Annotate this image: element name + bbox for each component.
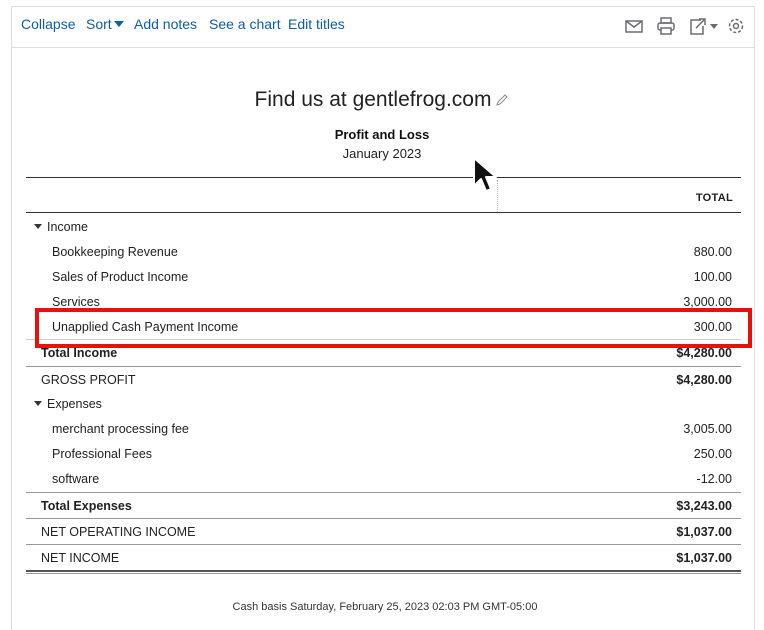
collapse-button[interactable]: Collapse [21,16,75,32]
company-name[interactable]: Find us at gentlefrog.com [0,88,764,113]
gear-icon[interactable] [725,16,747,36]
add-notes-button[interactable]: Add notes [134,16,197,32]
row-amount[interactable]: $1,037.00 [676,551,732,565]
row-label: NET OPERATING INCOME [41,525,196,539]
mouse-pointer-icon [472,156,498,199]
account-row-professional-fees[interactable]: Professional Fees 250.00 [26,441,741,466]
report-end-rule [26,570,741,572]
row-amount[interactable]: $4,280.00 [676,373,732,387]
report-end-rule-secondary [26,573,741,574]
summary-row-gross-profit[interactable]: GROSS PROFIT $4,280.00 [26,366,741,391]
row-amount[interactable]: 880.00 [694,245,732,259]
report-period: January 2023 [342,146,422,161]
collapse-triangle-icon[interactable] [34,401,42,406]
sort-button[interactable]: Sort [86,16,124,32]
row-label: Professional Fees [52,447,153,461]
report-title: Profit and Loss [334,127,430,142]
row-label: Bookkeeping Revenue [52,245,178,259]
account-row-sales-of-product-income[interactable]: Sales of Product Income 100.00 [26,264,741,289]
sort-label: Sort [86,16,112,32]
row-amount[interactable]: 3,005.00 [683,422,732,436]
pencil-icon[interactable] [495,89,509,113]
company-name-text: Find us at gentlefrog.com [254,88,492,111]
section-row-expenses[interactable]: Expenses [26,391,741,416]
collapse-triangle-icon[interactable] [34,224,42,229]
report-footer: Cash basis Saturday, February 25, 2023 0… [232,601,538,613]
summary-row-net-operating-income[interactable]: NET OPERATING INCOME $1,037.00 [26,518,741,543]
section-row-income[interactable]: Income [26,214,741,239]
row-label: GROSS PROFIT [41,373,136,387]
row-label: Total Income [41,346,118,360]
report-toolbar: Collapse Sort Add notes See a chart Edit… [11,6,755,48]
row-amount[interactable]: $4,280.00 [676,346,732,360]
mail-icon[interactable] [623,16,645,36]
account-row-merchant-processing-fee[interactable]: merchant processing fee 3,005.00 [26,416,741,441]
export-icon[interactable] [687,16,721,36]
row-amount[interactable]: $3,243.00 [676,499,732,513]
row-amount[interactable]: 3,000.00 [683,295,732,309]
row-amount[interactable]: 250.00 [694,447,732,461]
row-label: Sales of Product Income [52,270,189,284]
row-label: NET INCOME [41,551,120,565]
total-row-expenses[interactable]: Total Expenses $3,243.00 [26,492,741,517]
see-chart-button[interactable]: See a chart [209,16,281,32]
chevron-down-icon [113,21,124,27]
row-label: merchant processing fee [52,422,189,436]
account-row-bookkeeping-revenue[interactable]: Bookkeeping Revenue 880.00 [26,239,741,264]
row-amount[interactable]: 100.00 [694,270,732,284]
row-amount[interactable]: -12.00 [697,472,732,486]
print-icon[interactable] [655,16,677,36]
highlight-box [35,308,752,348]
row-label: Services [52,295,100,309]
row-label: Total Expenses [41,499,132,513]
row-label: software [52,472,100,486]
row-amount[interactable]: $1,037.00 [676,525,732,539]
edit-titles-button[interactable]: Edit titles [288,16,345,32]
account-row-software[interactable]: software -12.00 [26,466,741,491]
column-header-total[interactable]: TOTAL [696,192,733,204]
row-label: Income [47,220,88,234]
header-top-rule [26,177,741,178]
summary-row-net-income[interactable]: NET INCOME $1,037.00 [26,544,741,569]
header-bottom-rule [26,212,741,213]
row-label: Expenses [47,397,102,411]
